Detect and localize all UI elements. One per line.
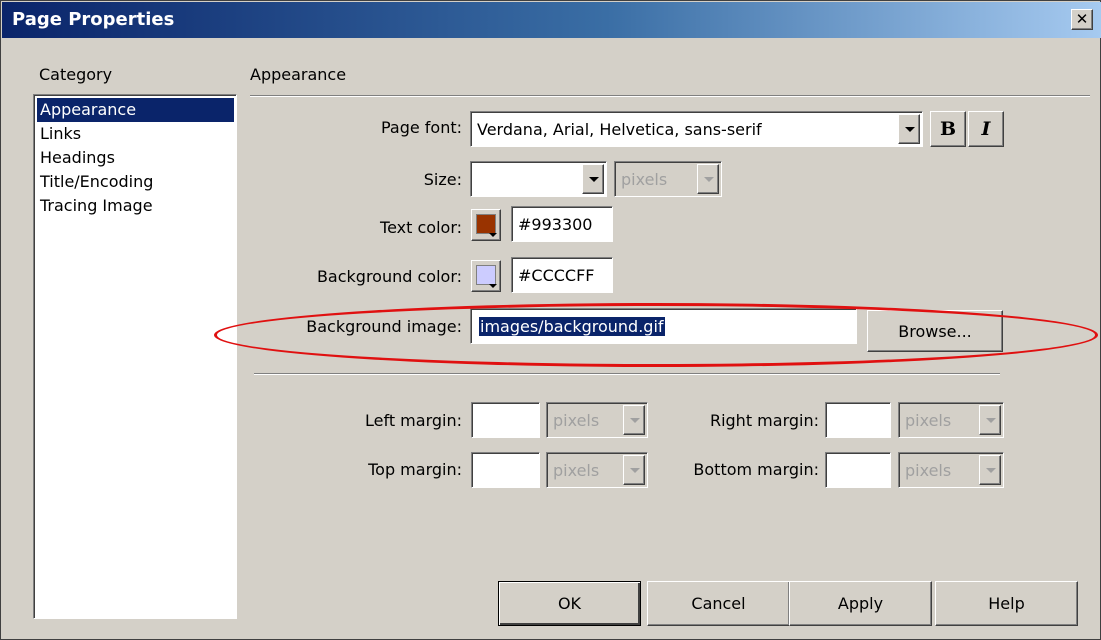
category-item-links[interactable]: Links: [37, 122, 234, 146]
browse-button-label: Browse...: [898, 321, 972, 341]
right-margin-unit-select: pixels: [898, 402, 1004, 438]
page-properties-dialog: Page Properties ✕ Category Appearance Li…: [0, 0, 1101, 640]
size-unit-value: pixels: [621, 169, 668, 189]
chevron-down-icon: [979, 455, 1001, 485]
size-unit-select: pixels: [614, 161, 722, 197]
right-margin-input[interactable]: [825, 402, 891, 438]
close-icon: ✕: [1075, 10, 1089, 28]
top-margin-unit-select: pixels: [546, 452, 648, 488]
top-margin-label: Top margin:: [368, 460, 462, 479]
bottom-margin-label: Bottom margin:: [693, 460, 819, 479]
help-button[interactable]: Help: [935, 581, 1078, 626]
left-margin-input[interactable]: [471, 402, 540, 438]
background-color-label: Background color:: [316, 267, 462, 286]
category-list[interactable]: Appearance Links Headings Title/Encoding…: [33, 94, 237, 619]
background-image-label: Background image:: [306, 317, 462, 336]
background-color-input[interactable]: #CCCCFF: [511, 257, 613, 293]
top-margin-input[interactable]: [471, 452, 540, 488]
bold-button[interactable]: B: [930, 111, 966, 147]
bottom-margin-unit: pixels: [905, 460, 952, 480]
chevron-down-icon: [979, 405, 1001, 435]
right-margin-label: Right margin:: [709, 411, 819, 430]
background-color-value: #CCCCFF: [518, 265, 595, 285]
chevron-down-icon: [623, 455, 645, 485]
right-margin-unit: pixels: [905, 410, 952, 430]
window-title: Page Properties: [12, 9, 175, 30]
page-font-value: Verdana, Arial, Helvetica, sans-serif: [477, 119, 762, 139]
top-margin-unit: pixels: [553, 460, 600, 480]
text-color-value: #993300: [518, 214, 593, 234]
close-button[interactable]: ✕: [1071, 9, 1093, 30]
left-margin-unit-select: pixels: [546, 402, 648, 438]
category-item-title-encoding[interactable]: Title/Encoding: [37, 170, 234, 194]
chevron-down-icon[interactable]: [582, 164, 604, 194]
size-select[interactable]: [470, 161, 607, 197]
title-bar[interactable]: Page Properties ✕: [2, 2, 1101, 38]
apply-button[interactable]: Apply: [789, 581, 932, 626]
bottom-margin-input[interactable]: [825, 452, 891, 488]
italic-button[interactable]: I: [968, 111, 1004, 147]
section-title: Appearance: [250, 65, 347, 84]
category-item-headings[interactable]: Headings: [37, 146, 234, 170]
browse-button[interactable]: Browse...: [867, 310, 1003, 352]
cancel-button[interactable]: Cancel: [647, 581, 790, 626]
bold-icon: B: [939, 118, 957, 140]
chevron-down-icon: [489, 284, 497, 288]
text-color-picker[interactable]: [471, 209, 501, 241]
help-button-label: Help: [988, 594, 1025, 613]
background-image-value: images/background.gif: [479, 316, 665, 336]
page-font-select[interactable]: Verdana, Arial, Helvetica, sans-serif: [470, 111, 923, 147]
category-item-tracing-image[interactable]: Tracing Image: [37, 194, 234, 218]
category-heading: Category: [39, 65, 113, 84]
apply-button-label: Apply: [837, 594, 884, 613]
ok-button[interactable]: OK: [498, 581, 641, 626]
background-image-text: images/background.gif: [479, 309, 665, 343]
chevron-down-icon: [489, 233, 497, 237]
size-label: Size:: [423, 170, 462, 189]
left-margin-label: Left margin:: [364, 411, 462, 430]
category-item-appearance[interactable]: Appearance: [37, 98, 234, 122]
chevron-down-icon: [623, 405, 645, 435]
background-color-swatch: [476, 265, 496, 285]
bottom-margin-unit-select: pixels: [898, 452, 1004, 488]
text-color-swatch: [476, 214, 496, 234]
cancel-button-label: Cancel: [691, 594, 746, 613]
background-color-picker[interactable]: [471, 260, 501, 292]
background-image-input[interactable]: images/background.gif: [470, 308, 857, 344]
text-color-input[interactable]: #993300: [511, 206, 613, 242]
page-font-label: Page font:: [380, 118, 462, 137]
ok-button-label: OK: [557, 594, 582, 613]
chevron-down-icon: [697, 164, 719, 194]
italic-icon: I: [981, 118, 991, 140]
chevron-down-icon[interactable]: [898, 114, 920, 144]
text-color-label: Text color:: [380, 218, 462, 237]
section-divider: [250, 95, 1090, 97]
left-margin-unit: pixels: [553, 410, 600, 430]
margins-divider: [254, 373, 1000, 375]
